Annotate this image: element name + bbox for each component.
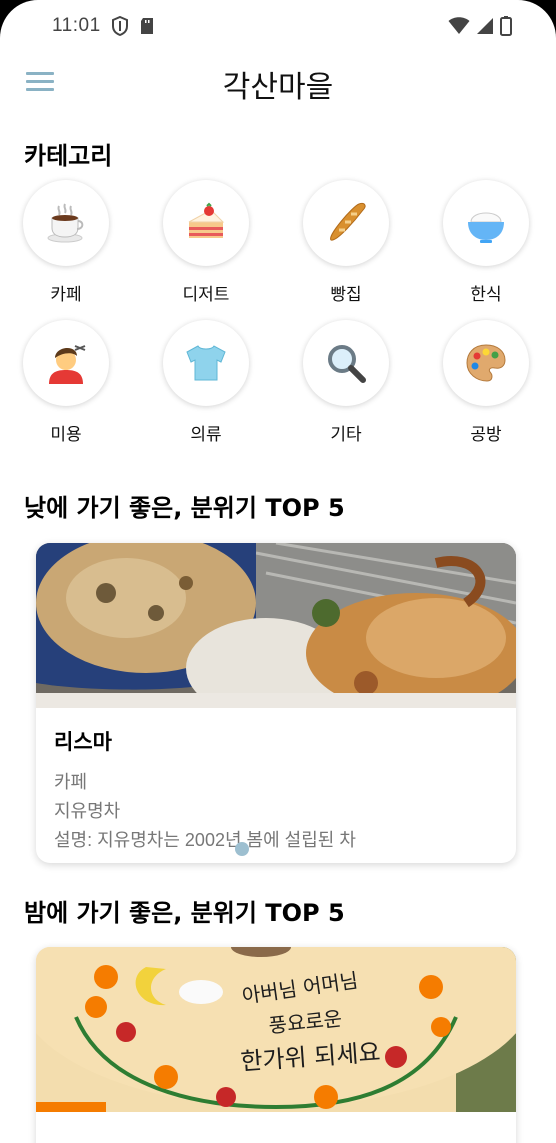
palette-icon xyxy=(466,344,506,382)
shield-icon xyxy=(111,16,128,36)
category-beauty[interactable]: 미용 xyxy=(6,320,126,445)
category-workshop[interactable]: 공방 xyxy=(426,320,546,445)
pager-indicator-dot xyxy=(235,842,249,856)
category-label: 빵집 xyxy=(330,285,362,305)
category-label: 한식 xyxy=(470,285,502,305)
category-icon-circle xyxy=(23,180,109,266)
categories-title: 카테고리 xyxy=(24,142,113,170)
app-screen: 11:01 각산마을 카테고리 카페 디저트 빵집 한식 미용 의류 기타 공방… xyxy=(0,0,556,1143)
category-korean[interactable]: 한식 xyxy=(426,180,546,305)
magnifier-icon xyxy=(328,345,366,383)
category-icon-circle xyxy=(163,320,249,406)
category-icon-circle xyxy=(23,320,109,406)
night-section-title: 밤에 가기 좋은, 분위기 TOP 5 xyxy=(24,899,345,927)
coffee-cup-icon xyxy=(47,203,84,243)
category-icon-circle xyxy=(443,180,529,266)
card-body: 리스마 카페 지유명차 설명: 지유명차는 2002년 봄에 설립된 차 xyxy=(36,708,516,855)
category-label: 카페 xyxy=(50,285,82,305)
cake-icon xyxy=(188,202,225,238)
category-icon-circle xyxy=(303,180,389,266)
category-label: 디저트 xyxy=(182,285,230,305)
category-icon-circle xyxy=(163,180,249,266)
category-label: 기타 xyxy=(330,425,362,445)
category-cafe[interactable]: 카페 xyxy=(6,180,126,305)
app-bar: 각산마을 xyxy=(0,58,556,110)
tshirt-icon xyxy=(186,345,226,381)
category-icon-circle xyxy=(443,320,529,406)
wifi-icon xyxy=(448,17,470,34)
app-title: 각산마을 xyxy=(222,70,334,105)
rice-bowl-icon xyxy=(468,212,504,243)
place-subtitle: 지유명차 xyxy=(54,801,121,821)
sd-card-icon xyxy=(140,18,153,34)
place-name: 리스마 xyxy=(54,730,112,754)
category-clothing[interactable]: 의류 xyxy=(146,320,266,445)
category-label: 의류 xyxy=(190,425,222,445)
signal-icon xyxy=(477,18,493,34)
day-place-card[interactable]: 리스마 카페 지유명차 설명: 지유명차는 2002년 봄에 설립된 차 xyxy=(36,543,516,863)
day-section-title: 낮에 가기 좋은, 분위기 TOP 5 xyxy=(24,494,345,522)
category-label: 미용 xyxy=(50,425,82,445)
place-description: 설명: 지유명차는 2002년 봄에 설립된 차 xyxy=(54,830,356,850)
place-category: 카페 xyxy=(54,772,88,792)
status-bar: 11:01 xyxy=(0,0,556,52)
category-dessert[interactable]: 디저트 xyxy=(146,180,266,305)
status-time: 11:01 xyxy=(52,15,101,36)
haircut-icon xyxy=(49,345,86,384)
category-bakery[interactable]: 빵집 xyxy=(286,180,406,305)
category-label: 공방 xyxy=(470,425,502,445)
place-photo: 아버님 어머님 풍요로운 한가위 되세요 xyxy=(36,947,516,1112)
night-place-card[interactable]: 아버님 어머님 풍요로운 한가위 되세요 xyxy=(36,947,516,1143)
battery-icon xyxy=(500,16,512,36)
place-photo xyxy=(36,543,516,708)
category-etc[interactable]: 기타 xyxy=(286,320,406,445)
baguette-icon xyxy=(330,203,366,241)
category-icon-circle xyxy=(303,320,389,406)
